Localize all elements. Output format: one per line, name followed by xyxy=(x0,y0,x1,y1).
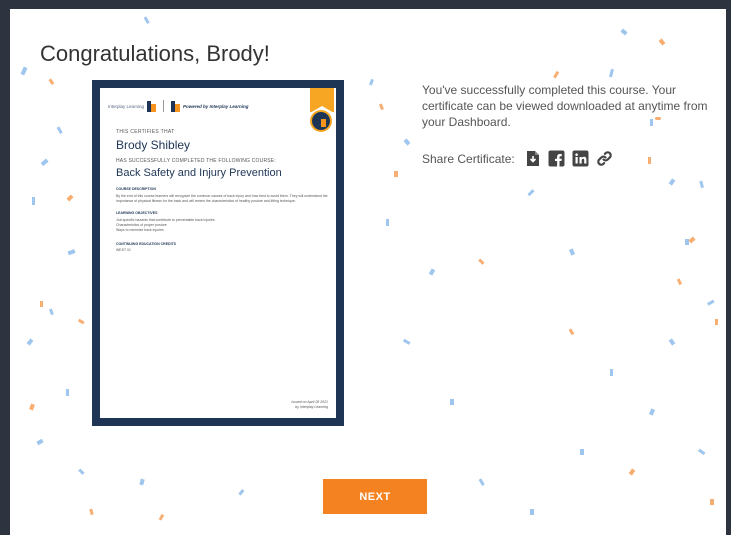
linkedin-icon[interactable] xyxy=(572,150,589,167)
completion-message: You've successfully completed this cours… xyxy=(422,83,708,129)
share-certificate-row: Share Certificate: xyxy=(422,150,613,167)
certificate-body: Interplay Learning Powered by Interplay … xyxy=(100,88,336,418)
credits-heading: CONTINUING EDUCATION CREDITS xyxy=(116,242,177,246)
share-label: Share Certificate: xyxy=(422,151,515,166)
seal-logo-icon xyxy=(317,116,326,127)
next-button[interactable]: NEXT xyxy=(323,479,427,514)
issued-info: Issued on April 28 2021 by Interplay Lea… xyxy=(291,400,328,409)
brand-logo-icon xyxy=(147,100,157,112)
issued-date: Issued on April 28 2021 xyxy=(291,400,328,404)
objective-item: Ways to minimize back injuries xyxy=(116,227,164,232)
course-name: Back Safety and Injury Prevention xyxy=(116,167,282,179)
seal-badge-icon xyxy=(310,110,332,132)
certifies-label: THIS CERTIFIES THAT xyxy=(116,129,175,135)
objectives-heading: LEARNING OBJECTIVES xyxy=(116,211,158,215)
description-heading: COURSE DESCRIPTION xyxy=(116,187,156,191)
link-icon[interactable] xyxy=(596,150,613,167)
certificate-preview: Interplay Learning Powered by Interplay … xyxy=(92,80,344,426)
completed-label: HAS SUCCESSFULLY COMPLETED THE FOLLOWING… xyxy=(116,158,276,164)
certificate-header: Interplay Learning Powered by Interplay … xyxy=(108,100,249,112)
credits-value: WEST 01 xyxy=(116,248,131,252)
powered-by-text: Powered by Interplay Learning xyxy=(183,103,249,109)
facebook-icon[interactable] xyxy=(548,150,565,167)
completion-panel: Congratulations, Brody! Interplay Learni… xyxy=(10,9,726,535)
issued-by: by Interplay Learning xyxy=(295,404,328,409)
objectives-list: Job-specific hazards that contribute to … xyxy=(116,218,336,232)
recipient-name: Brody Shibley xyxy=(116,138,191,152)
download-file-icon[interactable] xyxy=(524,150,541,167)
header-divider xyxy=(163,100,165,112)
description-text: By the end of this course learners will … xyxy=(116,194,328,203)
brand-logo-text: Interplay Learning xyxy=(108,103,145,109)
page-title: Congratulations, Brody! xyxy=(40,41,270,66)
powered-logo-icon xyxy=(171,100,181,112)
window-top-bar xyxy=(0,0,731,9)
